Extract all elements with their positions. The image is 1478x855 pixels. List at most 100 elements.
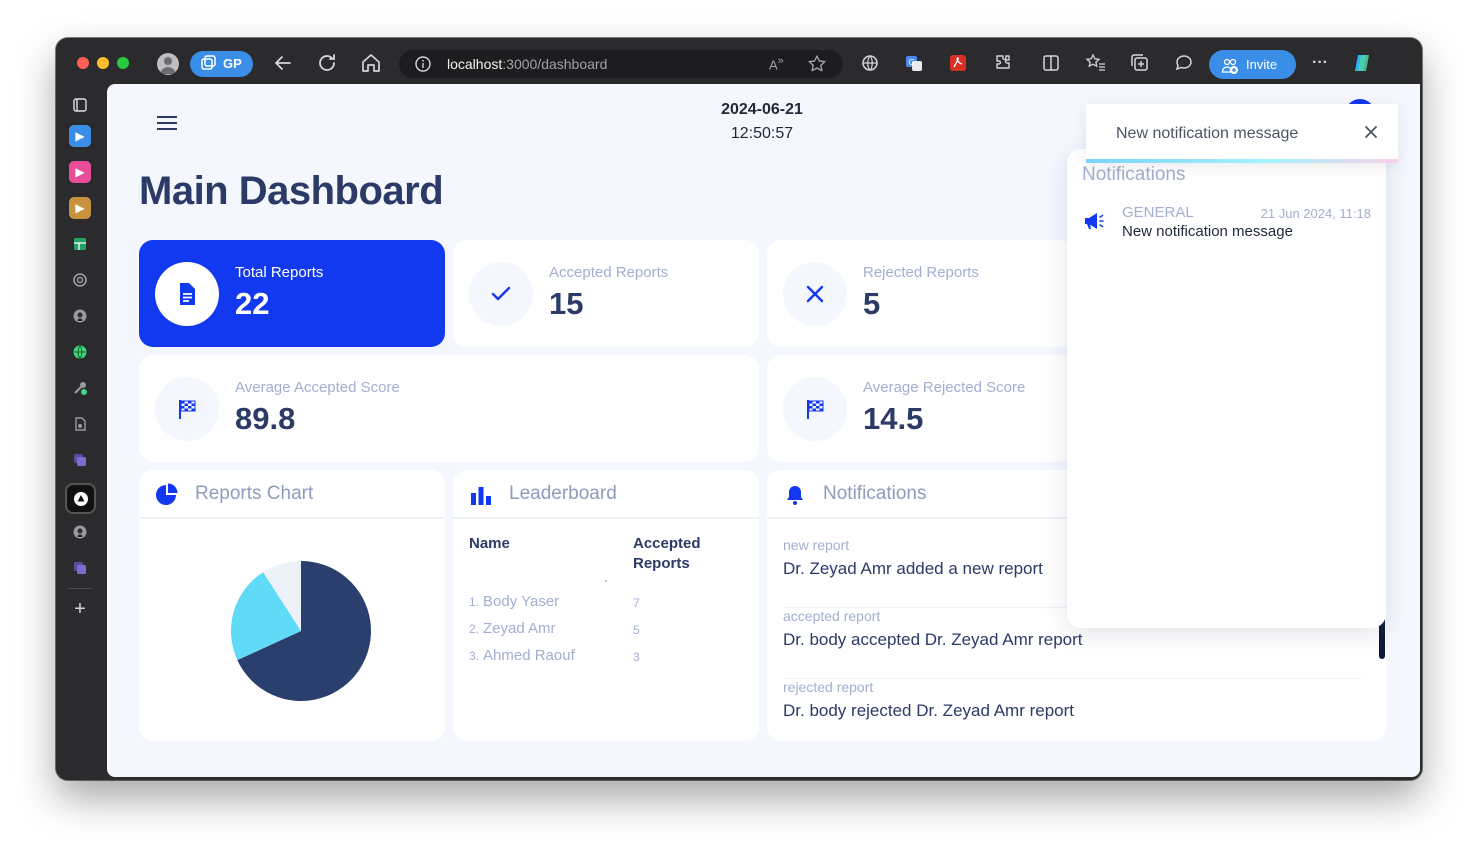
sidebar-tabs-icon[interactable]: [69, 94, 91, 116]
bar-chart-icon: [469, 483, 493, 507]
notification-drawer: Notifications GENERAL 21 Jun 2024, 11:18…: [1067, 149, 1386, 628]
sidebar-stack-2-icon[interactable]: [69, 557, 91, 579]
separator-dot: [605, 580, 607, 582]
favorite-star-icon[interactable]: [807, 54, 827, 79]
notification-item[interactable]: rejected report Dr. body rejected Dr. Ze…: [783, 679, 1362, 741]
pdf-extension-icon[interactable]: [946, 51, 970, 75]
close-window-button[interactable]: [77, 57, 89, 69]
invite-label: Invite: [1246, 57, 1278, 72]
home-icon[interactable]: [359, 51, 383, 75]
stat-label: Rejected Reports: [863, 264, 979, 281]
leaderboard-row-value: 3: [633, 650, 640, 664]
notification-type: rejected report: [783, 679, 874, 695]
translate-extension-icon[interactable]: G: [902, 51, 926, 75]
column-header-line: Accepted: [633, 535, 701, 552]
sidebar-green-globe-icon[interactable]: [69, 341, 91, 363]
stat-card-total-reports: Total Reports 22: [139, 240, 445, 347]
notification-message: Dr. Zeyad Amr added a new report: [783, 559, 1043, 578]
sidebar-active-app-icon[interactable]: [65, 483, 96, 514]
reload-icon[interactable]: [315, 51, 339, 75]
sidebar-tools-icon[interactable]: [69, 377, 91, 399]
stat-value: 5: [863, 286, 881, 321]
bell-icon: [783, 483, 807, 507]
read-aloud-icon[interactable]: A»: [769, 55, 784, 72]
leaderboard-row-value: 5: [633, 623, 640, 637]
notification-message: Dr. body rejected Dr. Zeyad Amr report: [783, 701, 1075, 720]
split-screen-icon[interactable]: [1039, 51, 1063, 75]
url-text: localhost:3000/dashboard: [447, 56, 608, 72]
leaderboard-row-name: 3. Ahmed Raouf: [469, 647, 575, 664]
svg-text:G: G: [909, 58, 915, 67]
checkered-flag-icon: [783, 377, 847, 441]
sidebar-sheets-icon[interactable]: [69, 233, 91, 255]
reports-pie-chart: [231, 561, 371, 701]
notification-message: Dr. body accepted Dr. Zeyad Amr report: [783, 630, 1083, 649]
panel-header: Reports Chart: [139, 470, 445, 519]
drawer-title: Notifications: [1082, 164, 1186, 185]
chat-icon[interactable]: [1172, 51, 1196, 75]
menu-icon[interactable]: [157, 116, 177, 130]
workspace-label: GP: [223, 56, 242, 71]
sidebar-app-orange-icon[interactable]: ▶: [69, 197, 91, 219]
workspace-icon: [200, 51, 216, 86]
stat-card-accepted-reports: Accepted Reports 15: [453, 240, 759, 347]
globe-extension-icon[interactable]: [858, 51, 882, 75]
stat-card-rejected-reports: Rejected Reports 5: [767, 240, 1073, 347]
site-info-icon[interactable]: [415, 56, 431, 77]
invite-button[interactable]: Invite: [1209, 50, 1296, 79]
notification-type: new report: [783, 537, 850, 553]
maximize-window-button[interactable]: [117, 57, 129, 69]
copilot-icon[interactable]: [1350, 51, 1374, 75]
stat-value: 15: [549, 286, 584, 321]
sidebar-github-2-icon[interactable]: [69, 521, 91, 543]
leaderboard-row-value: 7: [633, 596, 640, 610]
sidebar-add-icon[interactable]: +: [69, 598, 91, 620]
browser-titlebar: GP localhost:3000/dashboard A» G Invite …: [56, 38, 1422, 88]
check-icon: [469, 262, 533, 326]
panel-title: Leaderboard: [509, 483, 617, 504]
browser-window: GP localhost:3000/dashboard A» G Invite …: [56, 38, 1422, 780]
drawer-item-time: 21 Jun 2024, 11:18: [1260, 206, 1371, 221]
stat-label: Accepted Reports: [549, 264, 669, 281]
stat-label: Average Rejected Score: [863, 379, 1026, 396]
panel-title: Reports Chart: [195, 483, 314, 504]
sidebar-doc-settings-icon[interactable]: [69, 413, 91, 435]
toast-progress-bar: [1086, 159, 1398, 163]
back-icon[interactable]: [271, 51, 295, 75]
notification-type: accepted report: [783, 608, 881, 624]
favorites-icon[interactable]: [1084, 51, 1108, 75]
toast-message: New notification message: [1116, 125, 1299, 142]
header-date: 2024-06-21: [721, 101, 803, 118]
sidebar-github-icon[interactable]: [69, 305, 91, 327]
sidebar-app-pink-icon[interactable]: ▶: [69, 161, 91, 183]
column-header-line: Reports: [633, 555, 690, 572]
leaderboard-row-name: 2. Zeyad Amr: [469, 620, 556, 637]
sidebar-divider: [68, 588, 92, 589]
drawer-item-type: GENERAL: [1122, 204, 1194, 221]
megaphone-icon: [1082, 209, 1106, 233]
sidebar-stack-icon[interactable]: [69, 449, 91, 471]
toast-notification: New notification message: [1086, 104, 1398, 163]
extensions-puzzle-icon[interactable]: [991, 51, 1015, 75]
stat-value: 89.8: [235, 401, 296, 436]
address-bar[interactable]: localhost:3000/dashboard A»: [399, 50, 843, 78]
workspace-badge[interactable]: GP: [190, 51, 253, 77]
document-icon: [155, 262, 219, 326]
browser-sidebar: ▶ ▶ ▶ +: [56, 88, 106, 780]
page-title: Main Dashboard: [139, 169, 444, 213]
close-icon[interactable]: [1364, 123, 1378, 144]
stat-value: 22: [235, 286, 270, 321]
collections-icon[interactable]: [1128, 51, 1152, 75]
pie-chart-icon: [155, 483, 179, 507]
invite-people-icon: [1221, 56, 1239, 85]
stat-card-average-rejected-score: Average Rejected Score 14.5: [767, 355, 1073, 462]
sidebar-openai-icon[interactable]: [69, 269, 91, 291]
minimize-window-button[interactable]: [97, 57, 109, 69]
column-header-accepted: Accepted Reports: [633, 534, 701, 574]
sidebar-app-blue-icon[interactable]: ▶: [69, 125, 91, 147]
drawer-item-message[interactable]: New notification message: [1122, 223, 1293, 240]
stat-card-average-accepted-score: Average Accepted Score 89.8: [139, 355, 759, 462]
stat-value: 14.5: [863, 401, 924, 436]
profile-avatar[interactable]: [157, 53, 179, 75]
more-menu-icon[interactable]: ···: [1308, 51, 1332, 75]
